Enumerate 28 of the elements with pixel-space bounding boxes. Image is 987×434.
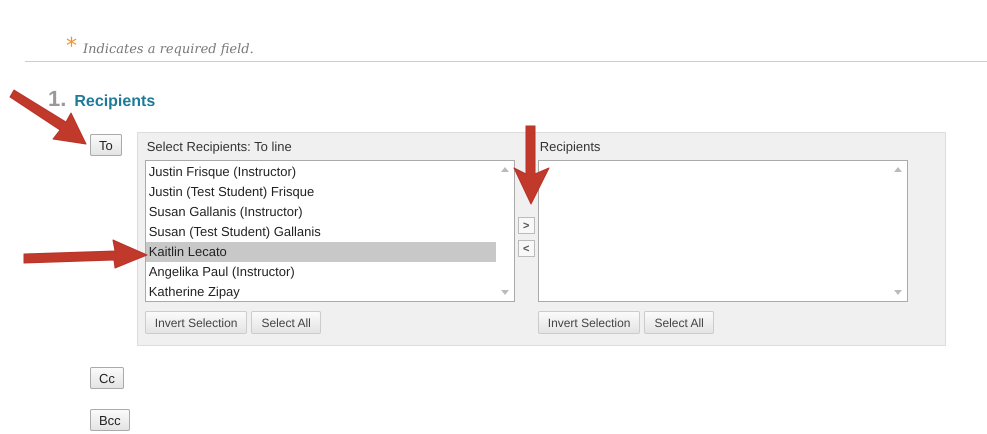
add-button[interactable]: > xyxy=(518,217,535,234)
scroll-down-icon[interactable] xyxy=(894,290,902,295)
section-title: Recipients xyxy=(74,93,156,111)
step-number: 1. xyxy=(48,86,66,112)
required-note: Indicates a required field. xyxy=(83,42,254,57)
list-item[interactable]: Susan Gallanis (Instructor) xyxy=(146,202,496,222)
bcc-button[interactable]: Bcc xyxy=(90,409,130,431)
list-item[interactable]: Katherine Zipay xyxy=(146,282,496,302)
to-button[interactable]: To xyxy=(90,134,122,156)
list-item[interactable]: Angelika Paul (Instructor) xyxy=(146,262,496,282)
scroll-down-icon[interactable] xyxy=(500,290,509,295)
list-item[interactable]: Kaitlin Lecato xyxy=(146,242,496,262)
list-label: Recipients xyxy=(538,139,602,154)
list-box[interactable] xyxy=(538,160,908,302)
invert-selection-button[interactable]: Invert Selection xyxy=(144,311,248,334)
select-all-button[interactable]: Select All xyxy=(644,311,714,334)
remove-button[interactable]: < xyxy=(518,240,535,257)
list-item[interactable]: Justin (Test Student) Frisque xyxy=(146,182,496,202)
list-label: Select Recipients: To line xyxy=(146,139,293,154)
scroll-up-icon[interactable] xyxy=(894,167,902,172)
scroll-up-icon[interactable] xyxy=(500,167,509,172)
cc-button[interactable]: Cc xyxy=(90,367,124,389)
select-all-button[interactable]: Select All xyxy=(251,311,321,334)
invert-selection-button[interactable]: Invert Selection xyxy=(538,311,640,334)
list-box[interactable]: Justin Frisque (Instructor) Justin (Test Student) Frisque Susan Gallanis (Instructor) Susan (Test Student) Gallanis Kaitlin Lecato Angelika Paul (Instructor) Katherine Zipay xyxy=(144,160,515,302)
list-item[interactable]: Justin Frisque (Instructor) xyxy=(146,162,496,182)
list-item[interactable]: Susan (Test Student) Gallanis xyxy=(146,222,496,242)
required-marker: * xyxy=(66,36,77,58)
